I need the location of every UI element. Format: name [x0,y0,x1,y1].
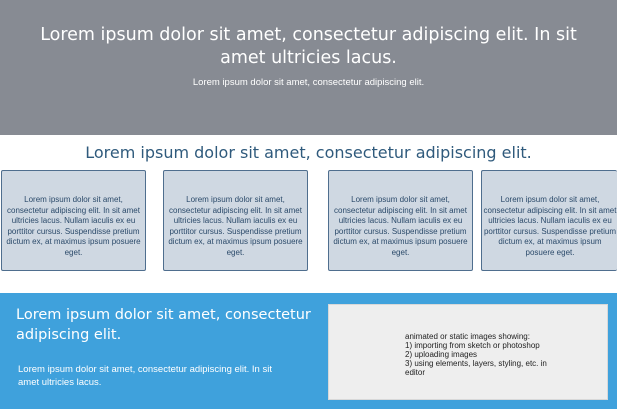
features-title: Lorem ipsum dolor sit amet, consectetur … [85,143,532,162]
hero-section: Lorem ipsum dolor sit amet, consectetur … [0,0,617,135]
hero-subtitle: Lorem ipsum dolor sit amet, consectetur … [192,77,425,88]
feature-card-text: Lorem ipsum dolor sit amet, consectetur … [333,195,468,257]
feature-card-3: Lorem ipsum dolor sit amet, consectetur … [328,170,473,271]
band-text: Lorem ipsum dolor sit amet, consectetur … [18,364,272,388]
band-title: Lorem ipsum dolor sit amet, consectetur … [16,307,311,343]
feature-card-text: Lorem ipsum dolor sit amet, consectetur … [168,195,303,257]
media-placeholder: animated or static images showing: 1) im… [328,304,608,400]
feature-card-text: Lorem ipsum dolor sit amet, consectetur … [6,195,141,257]
feature-card-4: Lorem ipsum dolor sit amet, consectetur … [481,170,617,271]
feature-card-2: Lorem ipsum dolor sit amet, consectetur … [163,170,308,271]
media-caption-line: editor [405,368,426,377]
hero-title: Lorem ipsum dolor sit amet, consectetur … [40,25,577,68]
feature-card-text: Lorem ipsum dolor sit amet, consectetur … [483,195,617,257]
feature-card-1: Lorem ipsum dolor sit amet, consectetur … [1,170,146,271]
media-caption-line: 3) using elements, layers, styling, etc.… [405,359,547,368]
